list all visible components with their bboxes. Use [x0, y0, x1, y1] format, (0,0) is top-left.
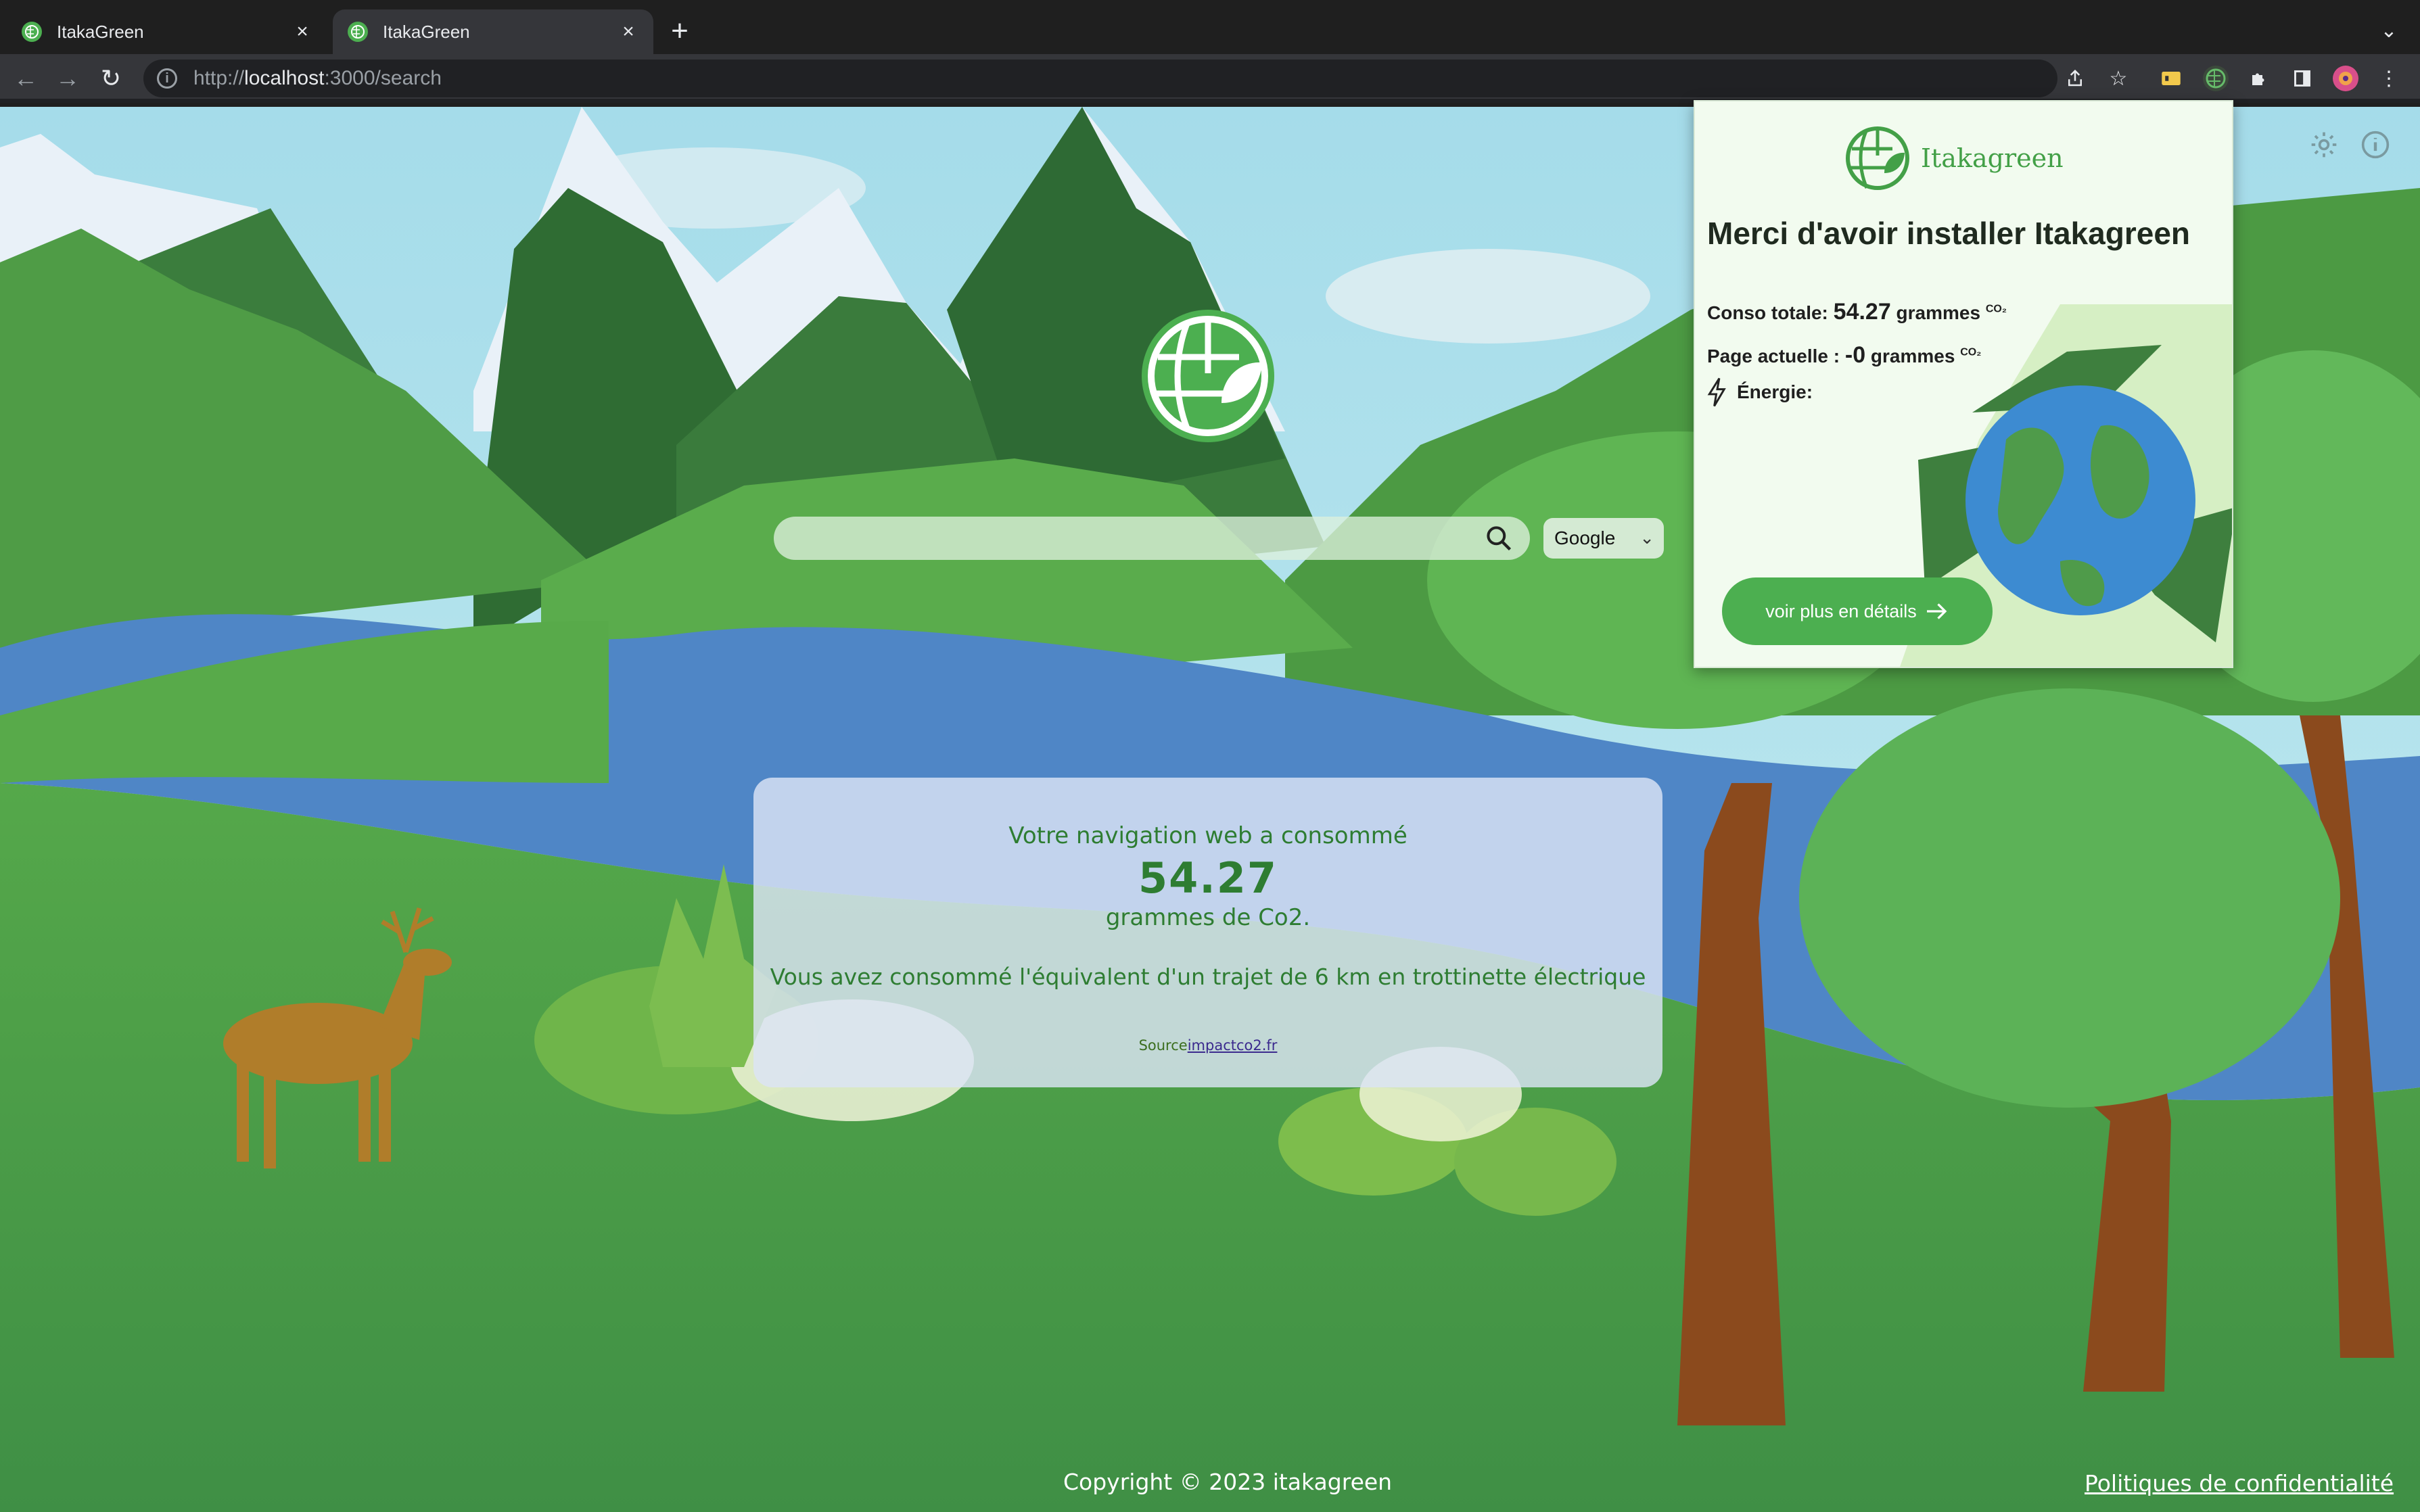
extensions-puzzle-icon[interactable] — [2244, 64, 2274, 93]
privacy-policy-link[interactable]: Politiques de confidentialité — [2085, 1470, 2394, 1496]
copyright-text: Copyright © 2023 itakagreen — [1063, 1469, 1393, 1495]
tab-itakagreen-1[interactable]: ItakaGreen × — [7, 9, 327, 54]
energy-label: Énergie: — [1737, 381, 1813, 402]
tab-strip: ItakaGreen × ItakaGreen × + ⌄ — [0, 0, 2420, 54]
search-box — [774, 517, 1530, 560]
extension-folder-icon[interactable] — [2156, 64, 2186, 93]
site-info-icon[interactable]: i — [157, 68, 177, 89]
back-arrow-icon[interactable]: ← — [9, 62, 42, 95]
side-panel-icon[interactable] — [2287, 64, 2317, 93]
page-top-actions — [2306, 127, 2393, 162]
popup-brand: Itakagreen — [1844, 124, 2064, 192]
tab-title: ItakaGreen — [383, 21, 470, 42]
share-icon[interactable] — [2060, 64, 2090, 93]
itakagreen-logo-icon — [1846, 126, 1909, 190]
energy-row: Énergie: — [1707, 377, 1813, 407]
new-tab-button[interactable]: + — [664, 16, 695, 47]
profile-avatar[interactable] — [2331, 64, 2360, 93]
search-input[interactable] — [790, 527, 1484, 549]
itakagreen-logo-icon — [1140, 308, 1276, 444]
browser-window: ItakaGreen × ItakaGreen × + ⌄ ← → ↻ i ht… — [0, 0, 2420, 1512]
bookmark-star-icon[interactable]: ☆ — [2103, 64, 2133, 93]
co2-total-value: 54.27 — [1138, 853, 1278, 903]
browser-toolbar: ← → ↻ i http://localhost:3000/search ☆ ⋮ — [0, 54, 2420, 103]
total-consumption-row: Conso totale: 54.27 grammes CO₂ — [1707, 299, 2007, 325]
popup-heading: Merci d'avoir installer Itakagreen — [1707, 216, 2191, 251]
itakagreen-favicon-icon — [22, 22, 42, 42]
search-icon[interactable] — [1484, 523, 1514, 553]
tab-close-icon[interactable]: × — [292, 22, 312, 42]
lightning-icon — [1707, 377, 1726, 407]
reload-icon[interactable]: ↻ — [95, 62, 127, 95]
browser-menu-icon[interactable]: ⋮ — [2374, 64, 2404, 93]
address-bar[interactable]: i http://localhost:3000/search — [143, 60, 2057, 97]
co2-unit: grammes de Co2. — [1105, 904, 1311, 931]
chevron-down-icon: ⌄ — [1639, 527, 1654, 548]
tab-search-chevron-icon[interactable]: ⌄ — [2375, 19, 2402, 46]
co2-summary-card: Votre navigation web a consommé 54.27 gr… — [753, 778, 1662, 1087]
arrow-right-icon — [1926, 603, 1947, 619]
forward-arrow-icon[interactable]: → — [51, 62, 84, 95]
source-line: Sourceimpactco2.fr — [1138, 1037, 1278, 1054]
itakagreen-favicon-icon — [348, 22, 368, 42]
url-text: http://localhost:3000/search — [193, 67, 442, 89]
tab-close-icon[interactable]: × — [618, 22, 638, 42]
tab-title: ItakaGreen — [57, 21, 144, 42]
extension-popup: Itakagreen Merci d'avoir installer Itaka… — [1694, 100, 2233, 668]
see-details-button[interactable]: voir plus en détails — [1722, 577, 1993, 645]
current-page-value: -0 — [1844, 342, 1866, 368]
consumption-intro: Votre navigation web a consommé — [1008, 822, 1407, 849]
current-page-row: Page actuelle : -0 grammes CO₂ — [1707, 342, 1982, 368]
tab-itakagreen-2[interactable]: ItakaGreen × — [333, 9, 653, 54]
search-engine-value: Google — [1554, 527, 1616, 548]
search-engine-select[interactable]: Google ⌄ — [1543, 518, 1664, 559]
source-link[interactable]: impactco2.fr — [1188, 1037, 1278, 1054]
total-consumption-value: 54.27 — [1833, 299, 1891, 325]
popup-brand-name: Itakagreen — [1921, 143, 2064, 173]
search-row: Google ⌄ — [774, 517, 1664, 560]
info-icon[interactable] — [2358, 127, 2393, 162]
settings-gear-icon[interactable] — [2306, 127, 2342, 162]
equivalence-text: Vous avez consommé l'équivalent d'un tra… — [770, 964, 1646, 990]
itakagreen-extension-icon[interactable] — [2201, 64, 2231, 93]
